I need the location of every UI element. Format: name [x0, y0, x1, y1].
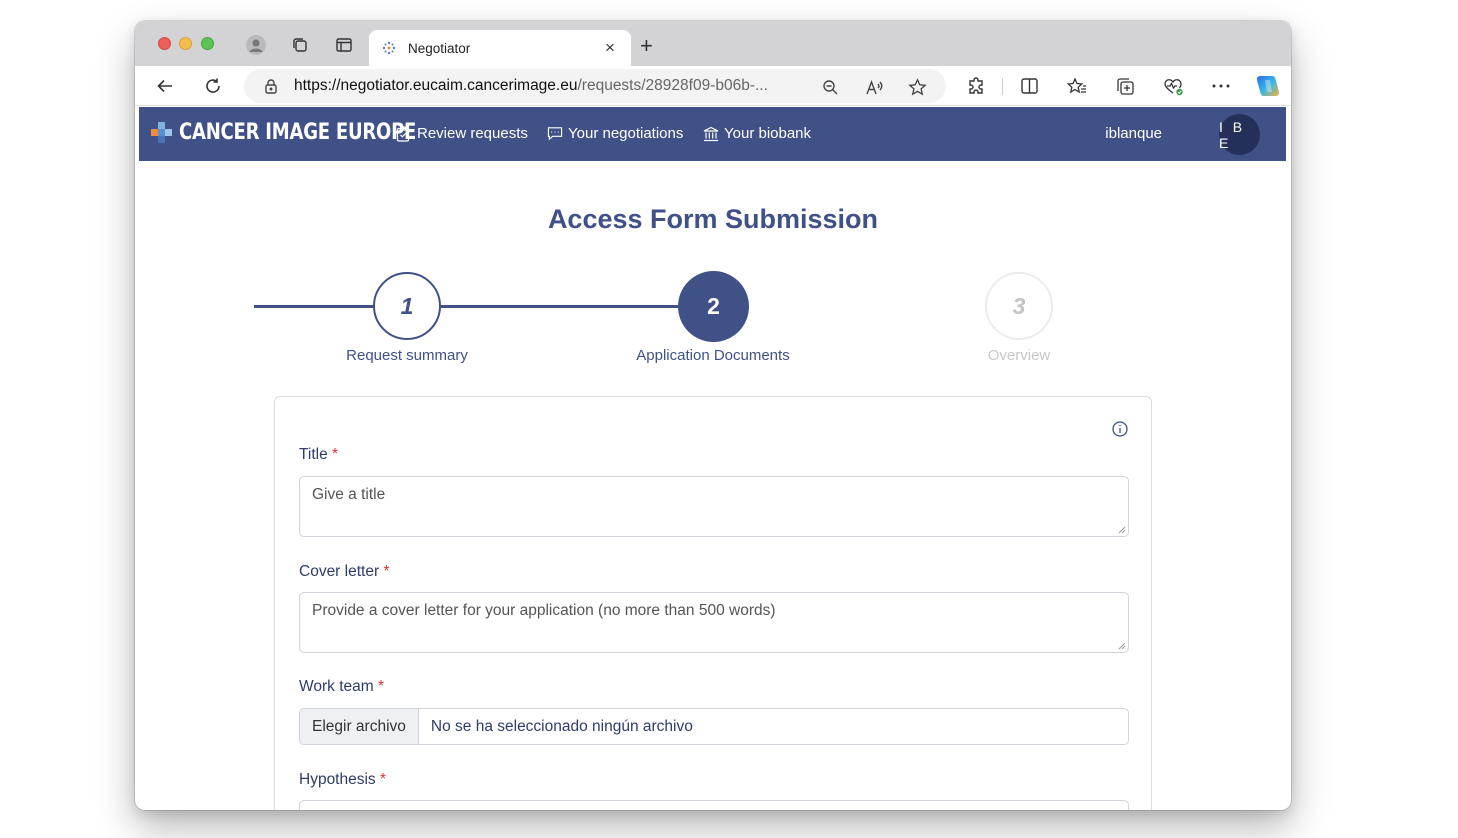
lock-icon[interactable] [264, 78, 280, 94]
address-bar[interactable]: https://negotiator.eucaim.cancerimage.eu… [244, 69, 946, 103]
zoom-out-icon[interactable] [820, 77, 840, 97]
tab-strip: Negotiator × + [135, 21, 1291, 66]
work-team-label: Work team * [299, 678, 385, 695]
nav-review-requests[interactable]: Review requests [396, 125, 528, 142]
workspaces-icon[interactable] [289, 34, 311, 56]
favorite-star-icon[interactable] [907, 77, 927, 97]
cover-letter-label: Cover letter * [299, 563, 390, 580]
step-3-label: Overview [987, 347, 1051, 364]
copilot-icon[interactable] [1255, 73, 1281, 99]
title-placeholder: Give a title [312, 486, 386, 503]
hypothesis-label: Hypothesis * [299, 771, 387, 788]
app-navbar: CANCER IMAGE EUROPE Review requests Your… [139, 107, 1286, 161]
nav-your-negotiations[interactable]: Your negotiations [547, 125, 683, 142]
minimize-window-button[interactable] [179, 37, 192, 50]
cover-letter-placeholder: Provide a cover letter for your applicat… [312, 602, 776, 619]
favorites-icon[interactable] [1066, 75, 1088, 97]
cover-letter-input[interactable]: Provide a cover letter for your applicat… [299, 592, 1129, 653]
step-3-circle[interactable]: 3 [985, 272, 1053, 340]
title-label: Title * [299, 446, 339, 463]
step-2-circle[interactable]: 2 [678, 271, 749, 342]
negotiator-favicon-icon [381, 40, 397, 56]
tab-title: Negotiator [408, 40, 471, 56]
avatar[interactable]: I B E [1219, 114, 1260, 155]
clipboard-icon [396, 125, 412, 142]
nav-your-negotiations-label: Your negotiations [568, 125, 684, 142]
tab-close-icon[interactable]: × [601, 38, 619, 58]
nav-your-biobank-label: Your biobank [724, 125, 812, 142]
url-text[interactable]: https://negotiator.eucaim.cancerimage.eu… [294, 77, 804, 95]
required-marker: * [332, 446, 339, 463]
file-status-text: No se ha seleccionado ningún archivo [430, 717, 693, 735]
collections-icon[interactable] [1114, 75, 1136, 97]
new-tab-button[interactable]: + [640, 35, 653, 57]
browser-essentials-icon[interactable] [1162, 75, 1184, 97]
browser-toolbar: https://negotiator.eucaim.cancerimage.eu… [135, 66, 1291, 106]
required-marker: * [377, 678, 385, 695]
brand-name: CANCER IMAGE EUROPE [179, 120, 417, 145]
step-1-circle[interactable]: 1 [373, 272, 441, 340]
profile-icon[interactable] [245, 34, 267, 56]
reload-icon[interactable] [202, 75, 224, 97]
toolbar-divider [1002, 78, 1003, 95]
split-screen-icon[interactable] [1018, 75, 1040, 97]
maximize-window-button[interactable] [201, 37, 214, 50]
vertical-tabs-icon[interactable] [333, 34, 355, 56]
extensions-icon[interactable] [965, 75, 987, 97]
chat-icon [547, 126, 563, 142]
choose-file-button[interactable]: Elegir archivo [300, 709, 419, 744]
required-marker: * [383, 563, 390, 580]
more-icon[interactable] [1210, 75, 1232, 97]
stepper-line-start [254, 305, 374, 308]
stepper-line-1-2 [440, 305, 680, 308]
required-marker: * [380, 771, 387, 788]
nav-your-biobank[interactable]: Your biobank [703, 125, 811, 142]
resize-handle-icon[interactable] [1118, 526, 1126, 534]
step-1-label: Request summary [346, 347, 468, 364]
close-window-button[interactable] [158, 37, 171, 50]
title-input[interactable]: Give a title [299, 476, 1129, 537]
tab-negotiator[interactable]: Negotiator × [369, 30, 631, 66]
browser-window: Negotiator × + https://negotiator.eucaim… [135, 21, 1291, 810]
step-2-label: Application Documents [636, 347, 790, 364]
bank-icon [703, 126, 719, 142]
back-icon[interactable] [154, 75, 176, 97]
hypothesis-input[interactable] [299, 800, 1129, 810]
info-icon[interactable] [1112, 421, 1128, 437]
page-title: Access Form Submission [547, 204, 879, 234]
read-aloud-icon[interactable] [864, 77, 884, 97]
application-form-card: Title * Give a title Cover letter * Prov… [274, 396, 1152, 810]
resize-handle-icon[interactable] [1118, 642, 1126, 650]
cancer-image-europe-logo-icon [151, 121, 173, 144]
work-team-file-input[interactable]: Elegir archivo No se ha seleccionado nin… [299, 708, 1129, 745]
nav-review-requests-label: Review requests [417, 125, 528, 142]
username[interactable]: iblanque [1105, 125, 1162, 142]
